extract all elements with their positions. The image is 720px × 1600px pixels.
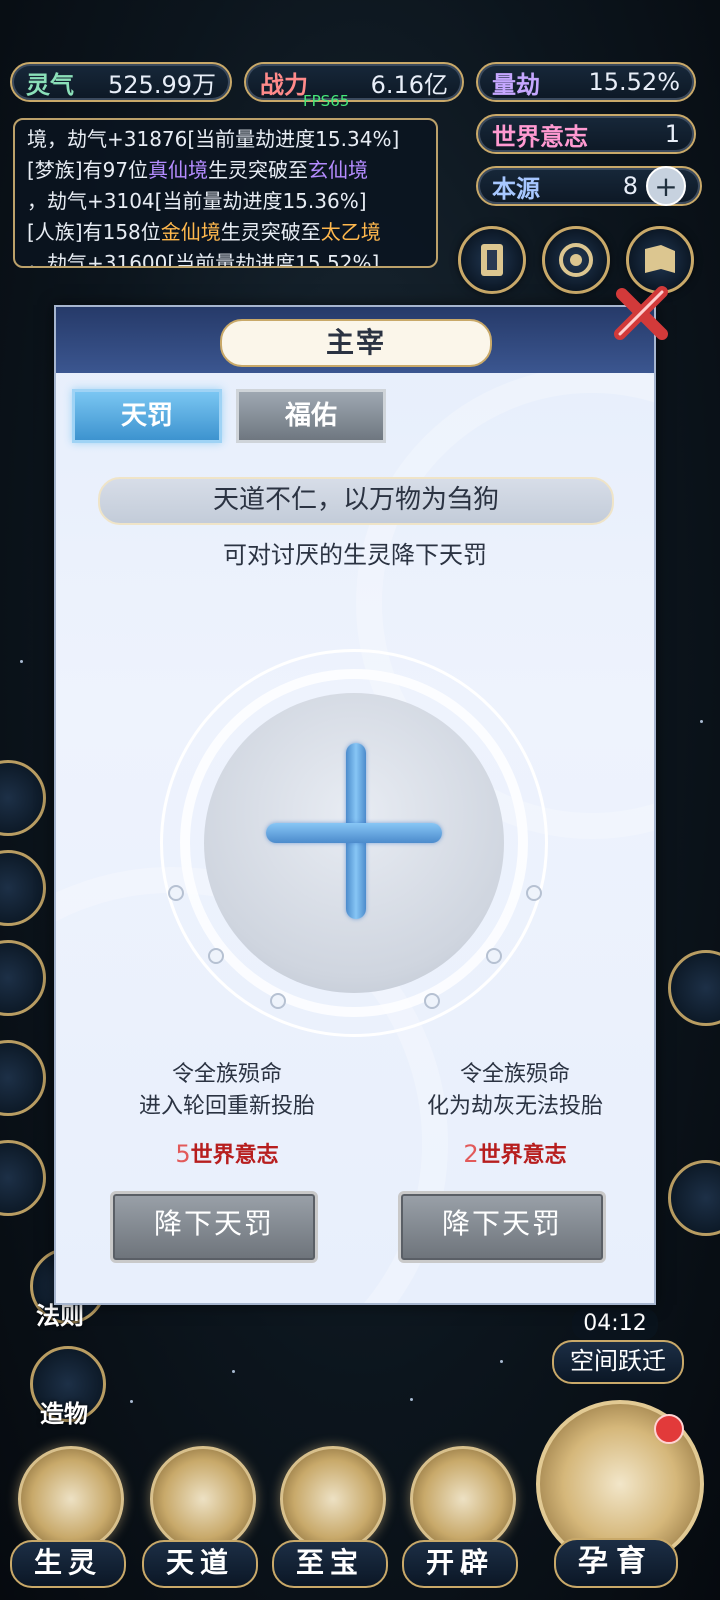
zhanli-stat: 战力 6.16亿 — [244, 62, 464, 102]
vortex-button[interactable] — [542, 226, 610, 294]
motto-banner: 天道不仁，以万物为刍狗 — [98, 477, 614, 525]
phoenix-icon — [18, 1446, 124, 1552]
ring-dot — [486, 948, 502, 964]
liangjie-stat[interactable]: 量劫 15.52% — [476, 62, 696, 102]
log-line: 境，劫气+31876[当前量劫进度15.34%] — [27, 127, 400, 151]
star — [130, 1400, 133, 1403]
jump-timer: 04:12 — [572, 1308, 658, 1340]
tab-tian-fa[interactable]: 天罚 — [72, 389, 222, 443]
ring-dot — [526, 885, 542, 901]
log-line: [梦族]有97位真仙境生灵突破至玄仙境 — [27, 158, 369, 182]
side-button[interactable] — [0, 1040, 46, 1116]
ring-dot — [270, 993, 286, 1009]
vortex-icon — [559, 243, 593, 277]
benyuan-add-button[interactable]: + — [646, 166, 686, 206]
log-line: [人族]有158位金仙境生灵突破至太乙境 — [27, 220, 381, 244]
space-jump-button[interactable]: 空间跃迁 — [552, 1340, 684, 1384]
cloud-icon — [150, 1446, 256, 1552]
benyuan-stat[interactable]: 本源 8 + — [476, 166, 702, 206]
star — [500, 1360, 503, 1363]
option-annihilate-text: 令全族殒命 化为劫灰无法投胎 — [390, 1059, 640, 1123]
zao-wu-label: 造物 — [40, 1400, 88, 1428]
log-line: ，劫气+31600[当前量劫进度15.52%] — [27, 251, 380, 268]
close-icon — [614, 286, 668, 340]
scroll-button[interactable] — [458, 226, 526, 294]
benyuan-value: 8 — [622, 172, 638, 200]
nav-zhi-bao[interactable]: 至宝 — [272, 1440, 388, 1592]
book-icon — [645, 245, 675, 273]
dialog-title: 主宰 — [220, 319, 492, 367]
ring-dot — [208, 948, 224, 964]
ring-dot — [168, 885, 184, 901]
lingqi-label: 灵气 — [26, 70, 74, 99]
shijie-yizhi-value: 1 — [664, 120, 680, 148]
side-button[interactable] — [0, 1140, 46, 1216]
liangjie-label: 量劫 — [492, 70, 540, 99]
option-annihilate-cost: 2世界意志 — [390, 1137, 640, 1169]
close-button[interactable] — [612, 284, 672, 344]
punish-annihilate-button[interactable]: 降下天罚 — [398, 1191, 606, 1263]
side-button[interactable] — [0, 940, 46, 1016]
scroll-icon — [481, 244, 503, 276]
option-line: 化为劫灰无法投胎 — [426, 1094, 603, 1119]
cost-number: 5 — [175, 1140, 191, 1168]
right-side-button[interactable] — [668, 1160, 720, 1236]
side-button[interactable] — [0, 760, 46, 836]
liangjie-value: 15.52% — [588, 68, 680, 96]
benyuan-label: 本源 — [492, 174, 540, 203]
nav-label: 开辟 — [402, 1540, 518, 1588]
right-side-button[interactable] — [668, 950, 720, 1026]
option-reincarnate-text: 令全族殒命 进入轮回重新投胎 — [102, 1059, 352, 1123]
star — [410, 1398, 413, 1401]
nav-label: 至宝 — [272, 1540, 388, 1588]
zhanli-label: 战力 — [260, 70, 308, 99]
fps-counter: FPS65 — [303, 92, 350, 110]
cost-unit: 世界意志 — [478, 1142, 567, 1168]
nav-label: 天道 — [142, 1540, 258, 1588]
punish-reincarnate-button[interactable]: 降下天罚 — [110, 1191, 318, 1263]
space-jump[interactable]: 04:12 空间跃迁 — [552, 1308, 684, 1384]
dialog-description: 可对讨厌的生灵降下天罚 — [223, 541, 487, 569]
side-button[interactable] — [0, 850, 46, 926]
shijie-yizhi-stat[interactable]: 世界意志 1 — [476, 114, 696, 154]
dominate-dialog: 主宰 天罚 福佑 天道不仁，以万物为刍狗 可对讨厌的生灵降下天罚 令全族殒命 进… — [54, 305, 656, 1305]
option-reincarnate-cost: 5世界意志 — [102, 1137, 352, 1169]
shijie-yizhi-label: 世界意志 — [492, 122, 588, 151]
nav-label: 生灵 — [10, 1540, 126, 1588]
nav-sheng-ling[interactable]: 生灵 — [10, 1440, 126, 1592]
log-line: ，劫气+3104[当前量劫进度15.36%] — [27, 189, 367, 213]
lingqi-stat: 灵气 525.99万 — [10, 62, 232, 102]
yun-yu-label: 孕育 — [554, 1538, 678, 1588]
star — [232, 1370, 235, 1373]
star — [700, 720, 703, 723]
option-line: 进入轮回重新投胎 — [138, 1094, 315, 1119]
treasure-icon — [280, 1446, 386, 1552]
option-line: 令全族殒命 — [459, 1062, 570, 1087]
plus-icon — [266, 823, 442, 843]
star — [20, 660, 23, 663]
cost-unit: 世界意志 — [190, 1142, 279, 1168]
tab-fu-you[interactable]: 福佑 — [236, 389, 386, 443]
nav-tian-dao[interactable]: 天道 — [142, 1440, 258, 1592]
option-line: 令全族殒命 — [171, 1062, 282, 1087]
flame-icon — [410, 1446, 516, 1552]
nav-kai-pi[interactable]: 开辟 — [402, 1440, 518, 1592]
notification-dot — [654, 1414, 684, 1444]
lingqi-value: 525.99万 — [108, 70, 216, 99]
cost-number: 2 — [463, 1140, 479, 1168]
zhanli-value: 6.16亿 — [370, 70, 448, 99]
ring-dot — [424, 993, 440, 1009]
event-log[interactable]: 境，劫气+31876[当前量劫进度15.34%] [梦族]有97位真仙境生灵突破… — [13, 118, 438, 268]
